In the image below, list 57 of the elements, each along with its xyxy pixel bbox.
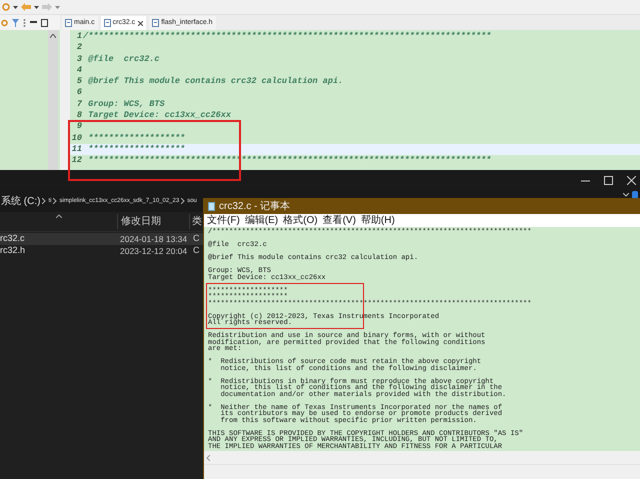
menu-item[interactable]: 查看(V) <box>322 214 356 226</box>
column-header[interactable]: 类 <box>192 216 202 227</box>
filter-icon[interactable] <box>12 18 19 26</box>
breadcrumb-item[interactable]: 系统 (C:) <box>1 194 40 208</box>
c-file-icon <box>104 19 111 27</box>
line-number: 7 <box>76 98 83 110</box>
code-text: @brief This module contains crc32 calculation api. <box>87 76 344 88</box>
line-number: 3 <box>76 54 83 65</box>
notepad-icon <box>208 202 215 210</box>
code-text: ******************* <box>87 144 186 156</box>
line-number: 5 <box>76 76 83 88</box>
sort-icon[interactable] <box>56 214 62 218</box>
horizontal-scrollbar[interactable] <box>204 451 640 464</box>
code-text: Group: WCS, BTS <box>87 98 165 110</box>
collapse-icon[interactable] <box>623 193 629 197</box>
line-number: 6 <box>76 87 83 99</box>
line-number: 11 <box>70 144 83 156</box>
caret-icon[interactable] <box>34 3 39 11</box>
scroll-up-icon[interactable] <box>50 34 56 38</box>
chevron-icon <box>181 198 186 204</box>
code-text: Target Device: cc13xx_cc26xx <box>87 110 231 122</box>
c-file-icon <box>65 19 72 27</box>
menu-item[interactable]: 格式(O) <box>283 214 318 226</box>
window-title: crc32.c - 记事本 <box>219 200 290 214</box>
line-number: 9 <box>76 121 83 133</box>
close-icon[interactable] <box>138 20 144 26</box>
chevron-icon <box>53 198 58 204</box>
code-editor[interactable] <box>60 30 640 170</box>
file-name: rc32.h <box>0 244 26 258</box>
code-text: /******************************************************************************* <box>83 31 492 42</box>
code-text: @file crc32.c <box>87 54 160 65</box>
file-name: rc32.c <box>0 232 26 246</box>
c-file-icon <box>152 19 160 27</box>
text-area[interactable] <box>204 227 640 451</box>
code-text: ******************************************************************************* <box>87 155 492 167</box>
file-type: C <box>193 232 200 246</box>
column-header[interactable]: 修改日期 <box>121 216 161 227</box>
menu-item[interactable]: 编辑(E) <box>244 214 278 226</box>
scrollbar[interactable] <box>48 30 58 170</box>
line-number: 12 <box>70 155 83 167</box>
chevron-icon <box>42 198 46 204</box>
file-row[interactable]: rc32.h 2023-12-12 20:04 C <box>0 245 203 257</box>
menu-item[interactable]: 帮助(H) <box>360 214 395 226</box>
file-date: 2023-12-12 20:04 <box>120 244 188 258</box>
file-date: 2024-01-18 13:34 <box>120 232 188 246</box>
maximize-icon[interactable] <box>41 18 48 26</box>
more-icon[interactable] <box>23 18 26 26</box>
file-row[interactable]: rc32.c 2024-01-18 13:34 C <box>0 233 203 245</box>
file-type: C <box>193 244 200 258</box>
line-number: 4 <box>76 64 83 76</box>
line-number: 1 <box>76 31 83 42</box>
line-number: 10 <box>70 132 83 144</box>
menu-item[interactable]: 文件(F) <box>207 214 240 226</box>
caret-icon[interactable] <box>13 3 18 11</box>
code-text: ******************* <box>87 132 186 144</box>
line-number: 8 <box>76 110 83 122</box>
line-number: 2 <box>76 42 83 54</box>
